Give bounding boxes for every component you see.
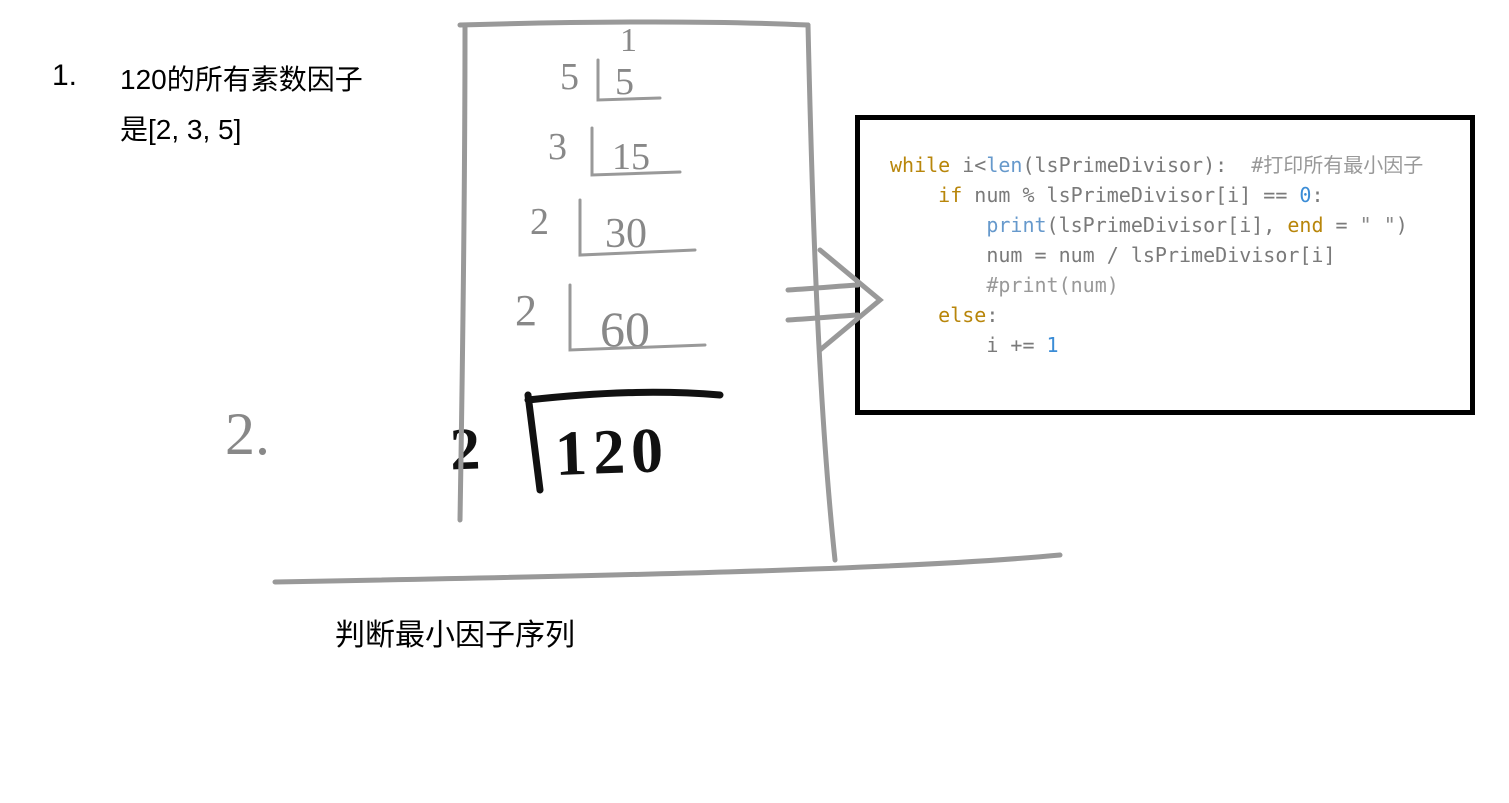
code-text: (lsPrimeDivisor): <box>1022 153 1251 177</box>
lit-zero: 0 <box>1299 183 1311 207</box>
fn-len: len <box>986 153 1022 177</box>
whiteboard-canvas: { "marker1": "1.", "text_line1": "120的所有… <box>0 0 1509 803</box>
kw-else: else <box>938 303 986 327</box>
frame-right-stroke <box>808 25 835 560</box>
code-content: while i<len(lsPrimeDivisor): #打印所有最小因子 i… <box>890 150 1450 360</box>
code-text: i += <box>986 333 1046 357</box>
arrow-shaft-bottom <box>788 315 858 320</box>
ladder-value-2: 30 <box>605 210 647 258</box>
code-text: : <box>986 303 998 327</box>
str-space: " " <box>1360 213 1396 237</box>
ladder-value-3: 60 <box>600 300 650 358</box>
ladder-value-0: 5 <box>615 60 634 104</box>
step-2-marker: 2. <box>225 400 270 469</box>
prime-factors-line1: 120的所有素数因子 <box>120 60 363 99</box>
code-text: num = num / lsPrimeDivisor[i] <box>986 243 1335 267</box>
code-text: : <box>1311 183 1323 207</box>
ladder-quotient-top: 1 <box>620 22 637 60</box>
frame-bottom-stroke <box>275 555 1060 582</box>
code-snippet-box: while i<len(lsPrimeDivisor): #打印所有最小因子 i… <box>855 115 1475 415</box>
ladder-divisor-3: 2 <box>515 285 537 336</box>
step-1-marker: 1. <box>52 55 77 97</box>
ladder-divisor-4: 2 <box>449 414 481 484</box>
ladder-divisor-0: 5 <box>560 55 579 99</box>
kw-end: end <box>1287 213 1323 237</box>
code-text: i< <box>950 153 986 177</box>
code-text: (lsPrimeDivisor[i], <box>1047 213 1288 237</box>
arrow-shaft-top <box>788 285 858 290</box>
code-text: num % lsPrimeDivisor[i] == <box>962 183 1299 207</box>
code-text: = <box>1324 213 1360 237</box>
fn-print: print <box>986 213 1046 237</box>
ladder-divisor-1: 3 <box>548 125 567 169</box>
ladder-value-1: 15 <box>612 135 650 179</box>
code-text: ) <box>1396 213 1408 237</box>
code-comment: #print(num) <box>986 273 1118 297</box>
lit-one: 1 <box>1047 333 1059 357</box>
caption-text: 判断最小因子序列 <box>335 615 575 657</box>
kw-while: while <box>890 153 950 177</box>
code-comment: #打印所有最小因子 <box>1251 153 1423 177</box>
prime-factors-line2: 是[2, 3, 5] <box>120 110 241 149</box>
ladder-value-4: 120 <box>554 413 671 491</box>
ladder-divisor-2: 2 <box>530 200 549 244</box>
kw-if: if <box>938 183 962 207</box>
